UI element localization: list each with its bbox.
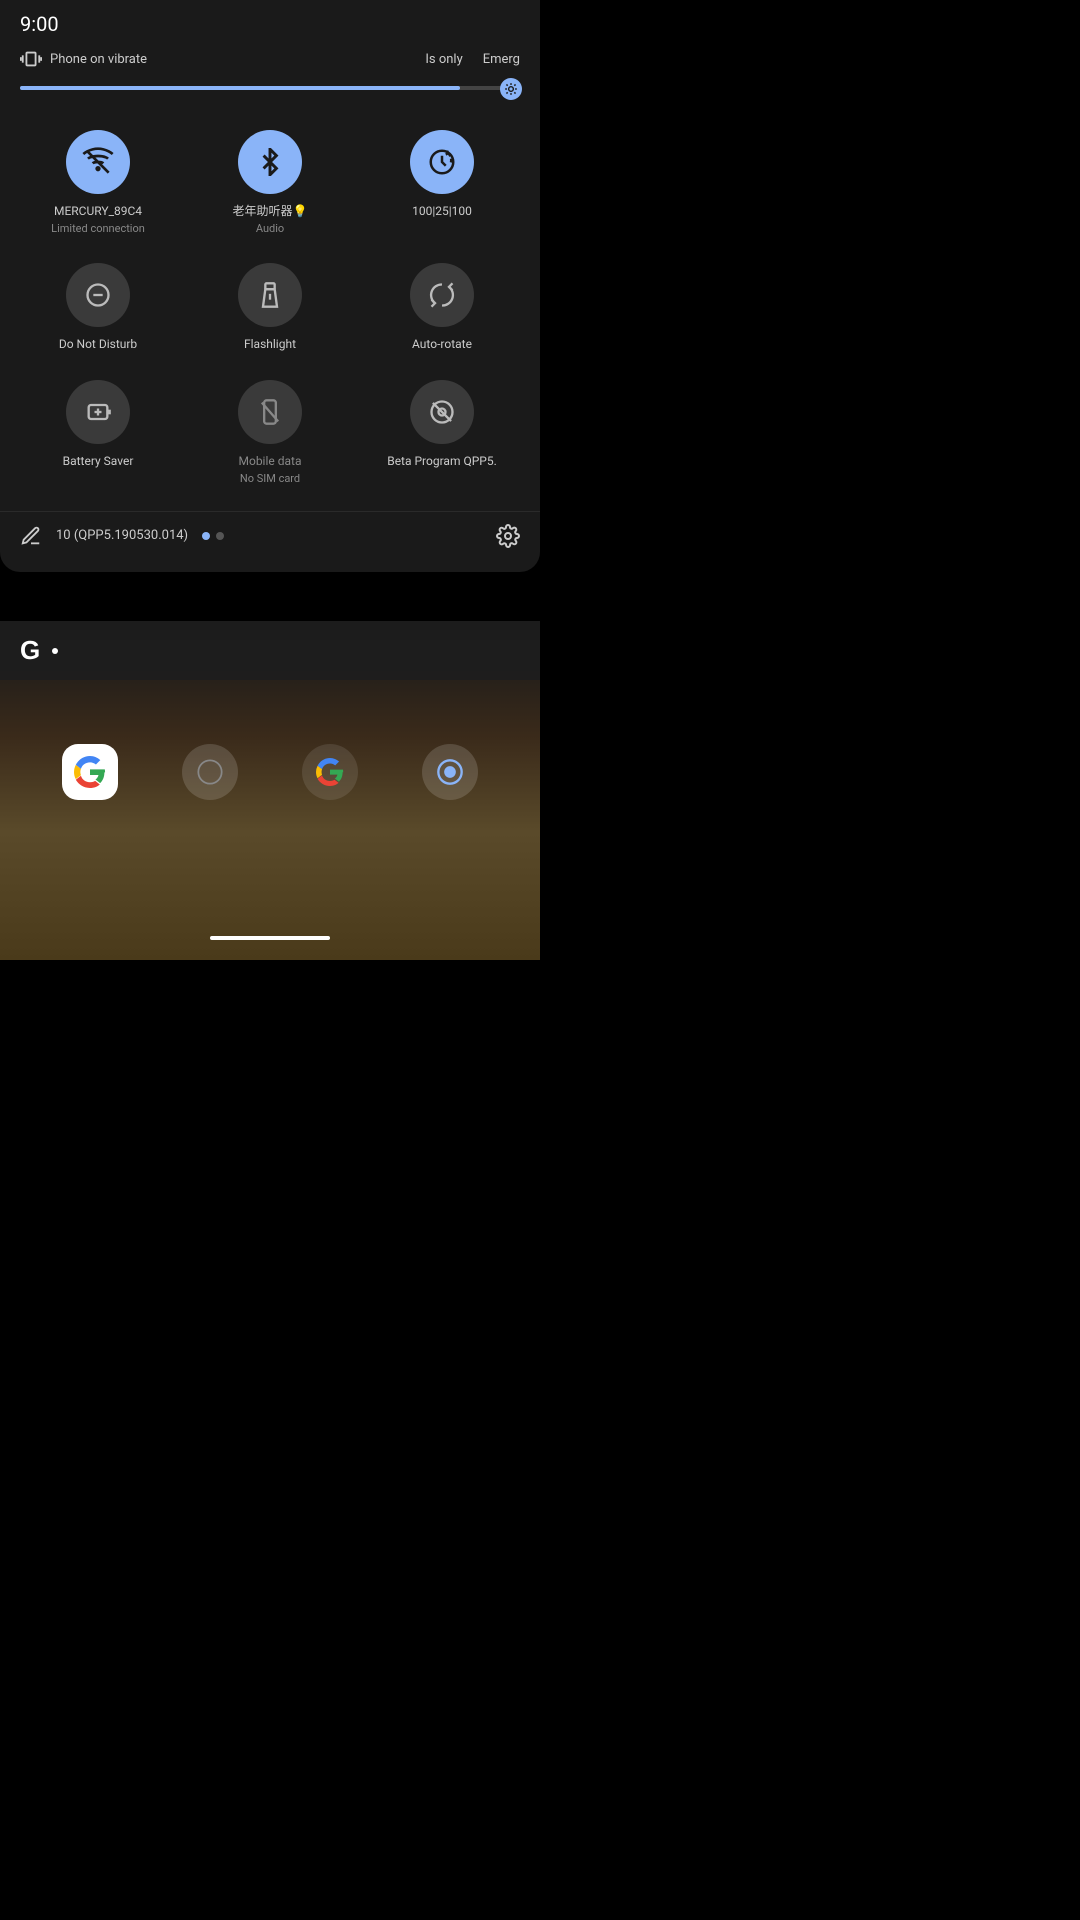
brightness-thumb <box>500 78 522 100</box>
wallpaper <box>0 640 540 960</box>
qs-bottom-bar: 10 (QPP5.190530.014) <box>0 511 540 556</box>
data-saver-icon-circle <box>410 130 474 194</box>
flashlight-icon <box>256 281 284 309</box>
tile-wifi[interactable]: MERCURY_89C4 Limited connection <box>12 116 184 249</box>
bluetooth-label: 老年助听器💡 <box>233 204 308 220</box>
beta-program-icon <box>428 398 456 426</box>
vibrate-icon <box>20 48 42 70</box>
battery-saver-label: Battery Saver <box>63 454 134 470</box>
bluetooth-icon-circle <box>238 130 302 194</box>
top-info-row: Phone on vibrate Is only Emerg <box>0 44 540 82</box>
tile-beta-program[interactable]: Beta Program QPP5. <box>356 366 528 499</box>
dock-assistant-icon[interactable] <box>422 744 478 800</box>
dock-center-svg <box>196 758 224 786</box>
auto-rotate-icon <box>428 281 456 309</box>
dnd-icon-circle <box>66 263 130 327</box>
google-search-bar[interactable]: G <box>0 621 540 680</box>
tile-do-not-disturb[interactable]: Do Not Disturb <box>12 249 184 367</box>
dock-center-icon[interactable] <box>182 744 238 800</box>
qs-bottom-left: 10 (QPP5.190530.014) <box>20 525 224 547</box>
emerg-label[interactable]: Emerg <box>483 52 520 67</box>
brightness-fill <box>20 86 460 90</box>
dnd-icon <box>84 281 112 309</box>
top-right-labels: Is only Emerg <box>425 52 520 67</box>
flashlight-label: Flashlight <box>244 337 296 353</box>
beta-program-label: Beta Program QPP5. <box>387 454 497 470</box>
vibrate-text: Phone on vibrate <box>50 52 147 67</box>
brightness-slider[interactable] <box>20 86 520 92</box>
dock-assistant-svg <box>436 758 464 786</box>
version-text: 10 (QPP5.190530.014) <box>56 528 188 543</box>
dock-google-icon[interactable] <box>62 744 118 800</box>
brightness-track <box>20 86 520 90</box>
brightness-sun-icon <box>504 82 518 96</box>
beta-program-icon-circle <box>410 380 474 444</box>
dock-google-colored[interactable] <box>302 744 358 800</box>
wifi-label: MERCURY_89C4 <box>54 204 142 220</box>
status-bar: 9:00 <box>0 0 540 44</box>
google-dot <box>52 648 58 654</box>
data-saver-icon <box>427 147 457 177</box>
tile-data-saver[interactable]: 100|25|100 <box>356 116 528 249</box>
google-g-logo: G <box>20 635 40 666</box>
quick-settings-panel: 9:00 Phone on vibrate Is only Emerg <box>0 0 540 572</box>
dock-area <box>0 744 540 800</box>
bluetooth-icon <box>256 148 284 176</box>
page-dots <box>202 532 224 540</box>
mobile-data-sublabel: No SIM card <box>240 472 300 485</box>
tiles-grid: MERCURY_89C4 Limited connection 老年助听器💡 A… <box>0 108 540 507</box>
edit-icon[interactable] <box>20 525 42 547</box>
wifi-icon <box>82 146 114 178</box>
page-dot-2 <box>216 532 224 540</box>
vibrate-indicator: Phone on vibrate <box>20 48 147 70</box>
page-dot-1 <box>202 532 210 540</box>
tile-flashlight[interactable]: Flashlight <box>184 249 356 367</box>
auto-rotate-label: Auto-rotate <box>412 337 472 353</box>
tile-auto-rotate[interactable]: Auto-rotate <box>356 249 528 367</box>
data-saver-label: 100|25|100 <box>412 204 472 220</box>
dnd-label: Do Not Disturb <box>59 337 137 353</box>
nav-bar <box>210 936 330 940</box>
dock-google-colored-svg <box>316 758 344 786</box>
flashlight-icon-circle <box>238 263 302 327</box>
battery-saver-icon-circle <box>66 380 130 444</box>
is-only-label: Is only <box>425 52 462 67</box>
bluetooth-sublabel: Audio <box>256 222 284 235</box>
settings-icon[interactable] <box>496 524 520 548</box>
google-icon <box>74 756 106 788</box>
brightness-row[interactable] <box>0 82 540 108</box>
tile-mobile-data[interactable]: Mobile data No SIM card <box>184 366 356 499</box>
tile-bluetooth[interactable]: 老年助听器💡 Audio <box>184 116 356 249</box>
wifi-sublabel: Limited connection <box>51 222 145 235</box>
tile-battery-saver[interactable]: Battery Saver <box>12 366 184 499</box>
auto-rotate-icon-circle <box>410 263 474 327</box>
mobile-data-icon <box>256 398 284 426</box>
wifi-icon-circle <box>66 130 130 194</box>
mobile-data-label: Mobile data <box>239 454 302 470</box>
mobile-data-icon-circle <box>238 380 302 444</box>
status-time: 9:00 <box>20 12 59 36</box>
battery-saver-icon <box>84 398 112 426</box>
